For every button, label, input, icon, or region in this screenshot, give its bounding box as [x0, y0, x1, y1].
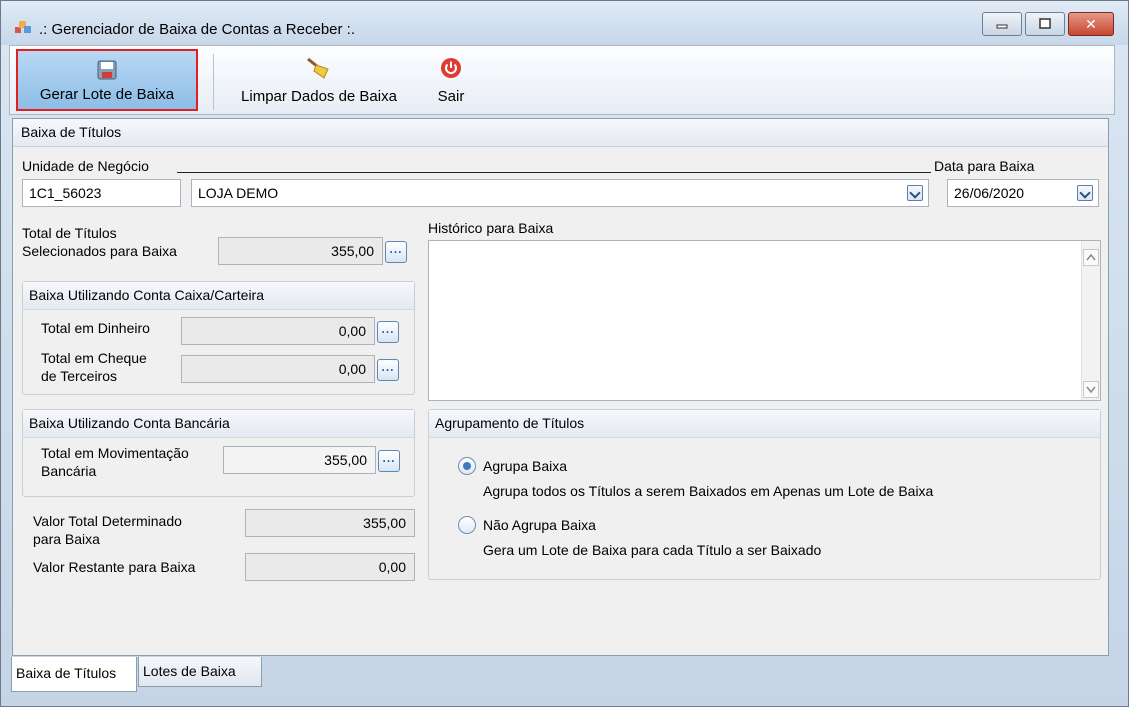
movimentacao-label-1: Total em Movimentação [41, 445, 189, 461]
window-title: .: Gerenciador de Baixa de Contas a Rece… [39, 21, 356, 38]
total-titulos-label-2: Selecionados para Baixa [22, 243, 177, 259]
agrupamento-title: Agrupamento de Títulos [429, 410, 1100, 438]
broom-icon [307, 57, 329, 79]
tab-baixa-titulos[interactable]: Baixa de Títulos [11, 657, 137, 692]
dinheiro-field: 0,00 [181, 317, 375, 345]
main-window: .: Gerenciador de Baixa de Contas a Rece… [0, 0, 1129, 707]
baixa-titulos-panel: Baixa de Títulos Unidade de Negócio 1C1_… [12, 118, 1109, 656]
unidade-name-value: LOJA DEMO [198, 185, 279, 201]
movimentacao-ellipsis-button[interactable]: ... [378, 450, 400, 472]
save-disk-icon [97, 60, 117, 80]
minimize-icon [996, 24, 1008, 29]
nao-agrupa-baixa-radio[interactable] [458, 516, 476, 534]
close-icon: ✕ [1085, 15, 1097, 32]
unidade-name-select[interactable]: LOJA DEMO [191, 179, 929, 207]
cheque-ellipsis-button[interactable]: ... [377, 359, 399, 381]
data-baixa-picker[interactable]: 26/06/2020 [947, 179, 1099, 207]
valor-total-label-2: para Baixa [33, 531, 100, 547]
cheque-field: 0,00 [181, 355, 375, 383]
sair-label: Sair [437, 88, 465, 105]
data-baixa-label: Data para Baixa [934, 158, 1035, 174]
data-baixa-value: 26/06/2020 [954, 185, 1025, 201]
tab-lotes-baixa[interactable]: Lotes de Baixa [138, 657, 262, 687]
agrupa-baixa-desc: Agrupa todos os Títulos a serem Baixados… [483, 483, 934, 499]
ellipsis-icon: ... [381, 360, 395, 374]
caixa-carteira-title: Baixa Utilizando Conta Caixa/Carteira [23, 282, 414, 310]
close-button[interactable]: ✕ [1068, 12, 1114, 36]
valor-restante-label: Valor Restante para Baixa [33, 559, 196, 575]
dinheiro-ellipsis-button[interactable]: ... [377, 321, 399, 343]
limpar-dados-button[interactable]: Limpar Dados de Baixa [224, 49, 414, 111]
total-titulos-ellipsis-button[interactable]: ... [385, 241, 407, 263]
chevron-up-icon [1086, 253, 1096, 261]
nao-agrupa-baixa-label[interactable]: Não Agrupa Baixa [483, 517, 596, 533]
conta-bancaria-title: Baixa Utilizando Conta Bancária [23, 410, 414, 438]
chevron-down-icon [1086, 386, 1096, 394]
title-bar[interactable]: .: Gerenciador de Baixa de Contas a Rece… [1, 1, 1128, 45]
agrupa-baixa-radio[interactable] [458, 457, 476, 475]
gerar-lote-button[interactable]: Gerar Lote de Baixa [16, 49, 198, 111]
ellipsis-icon: ... [381, 322, 395, 336]
unidade-label: Unidade de Negócio [22, 158, 149, 174]
historico-textarea[interactable] [428, 240, 1101, 401]
limpar-dados-label: Limpar Dados de Baixa [241, 88, 397, 105]
scroll-up-button[interactable] [1083, 249, 1099, 266]
agrupa-baixa-label[interactable]: Agrupa Baixa [483, 458, 567, 474]
valor-restante-field: 0,00 [245, 553, 415, 581]
valor-total-field: 355,00 [245, 509, 415, 537]
cheque-label-2: de Terceiros [41, 368, 118, 384]
unidade-code-field[interactable]: 1C1_56023 [22, 179, 181, 207]
power-icon [441, 58, 461, 78]
nao-agrupa-baixa-desc: Gera um Lote de Baixa para cada Título a… [483, 542, 822, 558]
panel-title: Baixa de Títulos [13, 119, 1108, 147]
historico-scrollbar[interactable] [1081, 241, 1100, 400]
ellipsis-icon: ... [389, 242, 403, 256]
toolbar: Gerar Lote de Baixa Limpar Dados de Baix… [9, 45, 1115, 115]
minimize-button[interactable] [982, 12, 1022, 36]
gerar-lote-label: Gerar Lote de Baixa [39, 86, 175, 103]
historico-label: Histórico para Baixa [428, 220, 554, 236]
valor-total-label-1: Valor Total Determinado [33, 513, 182, 529]
total-titulos-label-1: Total de Títulos [22, 225, 117, 241]
movimentacao-field[interactable]: 355,00 [223, 446, 376, 474]
maximize-icon [1039, 18, 1051, 29]
unidade-divider [177, 172, 931, 173]
app-icon [15, 21, 31, 33]
dinheiro-label: Total em Dinheiro [41, 320, 150, 336]
cheque-label-1: Total em Cheque [41, 350, 147, 366]
scroll-down-button[interactable] [1083, 381, 1099, 398]
total-titulos-field: 355,00 [218, 237, 383, 265]
maximize-button[interactable] [1025, 12, 1065, 36]
movimentacao-label-2: Bancária [41, 463, 97, 479]
ellipsis-icon: ... [382, 451, 396, 465]
toolbar-separator [213, 54, 214, 110]
sair-button[interactable]: Sair [428, 49, 474, 111]
calendar-dropdown-icon[interactable] [1077, 185, 1093, 201]
chevron-down-icon[interactable] [907, 185, 923, 201]
